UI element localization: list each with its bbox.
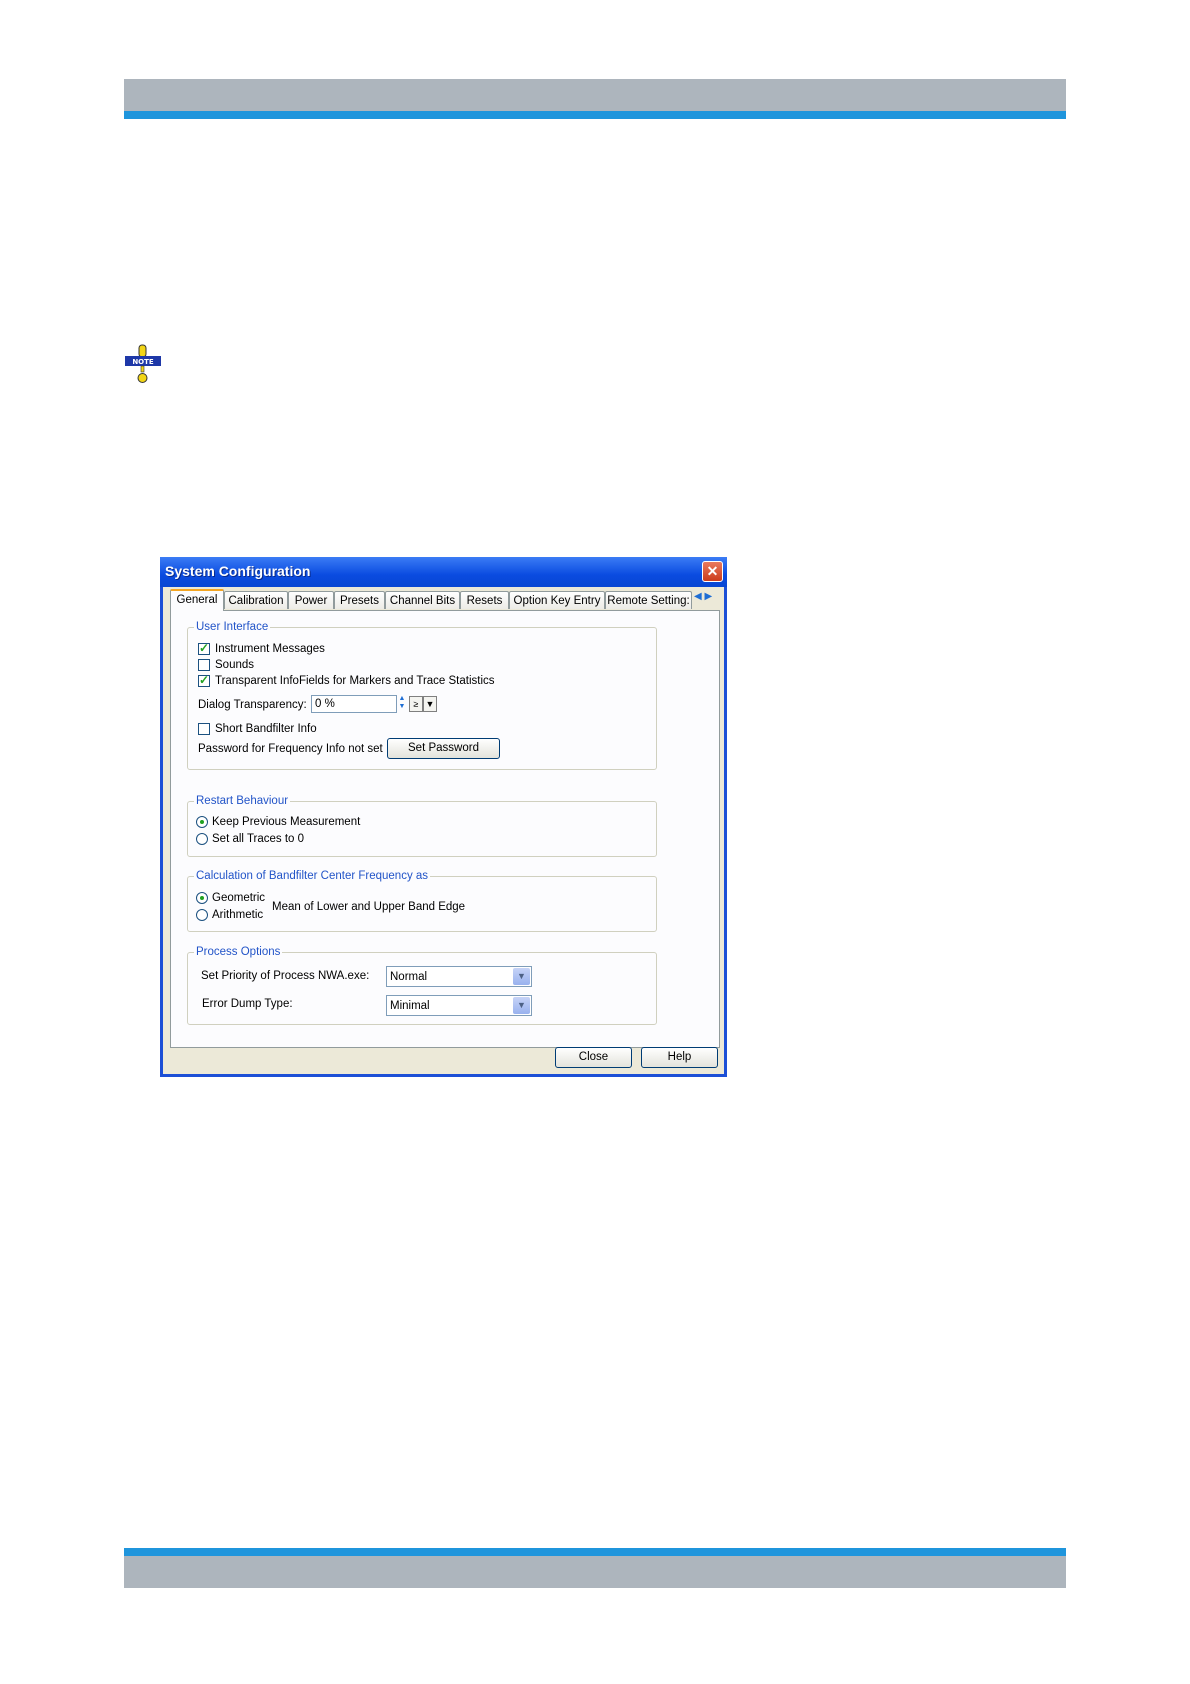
priority-select[interactable]: Normal ▼ [386, 966, 532, 987]
svg-text:NOTE: NOTE [132, 358, 154, 366]
tab-panel-general: User Interface Instrument Messages Sound… [170, 610, 720, 1048]
group-legend: User Interface [194, 619, 271, 635]
group-process-options: Process Options Set Priority of Process … [187, 944, 657, 1025]
spin-arrows-icon[interactable]: ▲ ▼ [397, 695, 407, 713]
short-bandfilter-checkbox[interactable] [198, 723, 210, 735]
bandfilter-description: Mean of Lower and Upper Band Edge [272, 901, 466, 913]
chevron-down-icon[interactable]: ▼ [513, 997, 530, 1014]
sounds-checkbox[interactable] [198, 659, 210, 671]
tab-option-key-entry[interactable]: Option Key Entry [509, 591, 605, 609]
chevron-right-icon[interactable]: ▶ [704, 591, 712, 602]
slider-icon[interactable]: ≥ [409, 696, 423, 712]
radio-label: Arithmetic [212, 909, 264, 921]
tab-channel-bits[interactable]: Channel Bits [385, 591, 460, 609]
transparent-infofields-checkbox[interactable] [198, 673, 210, 687]
dialog-titlebar[interactable]: System Configuration ✕ [160, 557, 727, 587]
note-icon: NOTE [125, 344, 161, 383]
system-configuration-dialog: System Configuration ✕ General Calibrati… [160, 557, 727, 1077]
keep-previous-radio[interactable] [196, 816, 208, 828]
checkbox-label: Short Bandfilter Info [215, 723, 317, 735]
radio-label: Keep Previous Measurement [212, 816, 361, 828]
arithmetic-radio[interactable] [196, 909, 208, 921]
dialog-transparency-label: Dialog Transparency: [198, 699, 307, 711]
page-footer-bar [124, 1548, 1066, 1588]
page-header-bar [124, 79, 1066, 119]
tab-calibration[interactable]: Calibration [224, 591, 288, 609]
checkbox-label: Sounds [215, 659, 255, 671]
priority-value: Normal [390, 971, 428, 983]
dropdown-arrow-icon[interactable]: ▼ [423, 696, 437, 712]
tab-scroll-arrows[interactable]: ◀ ▶ [694, 591, 722, 607]
dialog-title: System Configuration [165, 563, 311, 579]
tab-strip: General Calibration Power Presets Channe… [170, 589, 722, 611]
tab-power[interactable]: Power [288, 591, 334, 609]
set-password-button[interactable]: Set Password [387, 738, 500, 759]
geometric-radio[interactable] [196, 892, 208, 904]
error-dump-select[interactable]: Minimal ▼ [386, 995, 532, 1016]
group-legend: Process Options [194, 944, 283, 960]
group-user-interface: User Interface Instrument Messages Sound… [187, 619, 657, 770]
error-dump-label: Error Dump Type: [202, 998, 293, 1010]
help-button[interactable]: Help [641, 1047, 718, 1068]
tab-resets[interactable]: Resets [460, 591, 509, 609]
password-status-label: Password for Frequency Info not set [198, 743, 383, 755]
tab-remote-settings[interactable]: Remote Setting: [605, 591, 692, 609]
close-button[interactable]: Close [555, 1047, 632, 1068]
checkbox-label: Instrument Messages [215, 643, 325, 655]
group-legend: Restart Behaviour [194, 793, 291, 809]
radio-label: Geometric [212, 892, 266, 904]
priority-label: Set Priority of Process NWA.exe: [201, 970, 370, 982]
set-all-traces-radio[interactable] [196, 833, 208, 845]
instrument-messages-checkbox[interactable] [198, 641, 210, 655]
tab-presets[interactable]: Presets [334, 591, 385, 609]
error-dump-value: Minimal [390, 1000, 430, 1012]
dialog-transparency-spinbox[interactable]: 0 % [311, 695, 397, 713]
group-legend: Calculation of Bandfilter Center Frequen… [194, 868, 431, 884]
close-icon[interactable]: ✕ [702, 561, 723, 582]
radio-label: Set all Traces to 0 [212, 833, 305, 845]
chevron-left-icon[interactable]: ◀ [694, 591, 702, 602]
checkbox-label: Transparent InfoFields for Markers and T… [215, 675, 495, 687]
chevron-down-icon[interactable]: ▼ [513, 968, 530, 985]
dialog-client-area: General Calibration Power Presets Channe… [163, 587, 724, 1074]
group-bandfilter-calculation: Calculation of Bandfilter Center Frequen… [187, 868, 657, 932]
tab-general[interactable]: General [170, 589, 224, 611]
group-restart-behaviour: Restart Behaviour Keep Previous Measurem… [187, 793, 657, 857]
